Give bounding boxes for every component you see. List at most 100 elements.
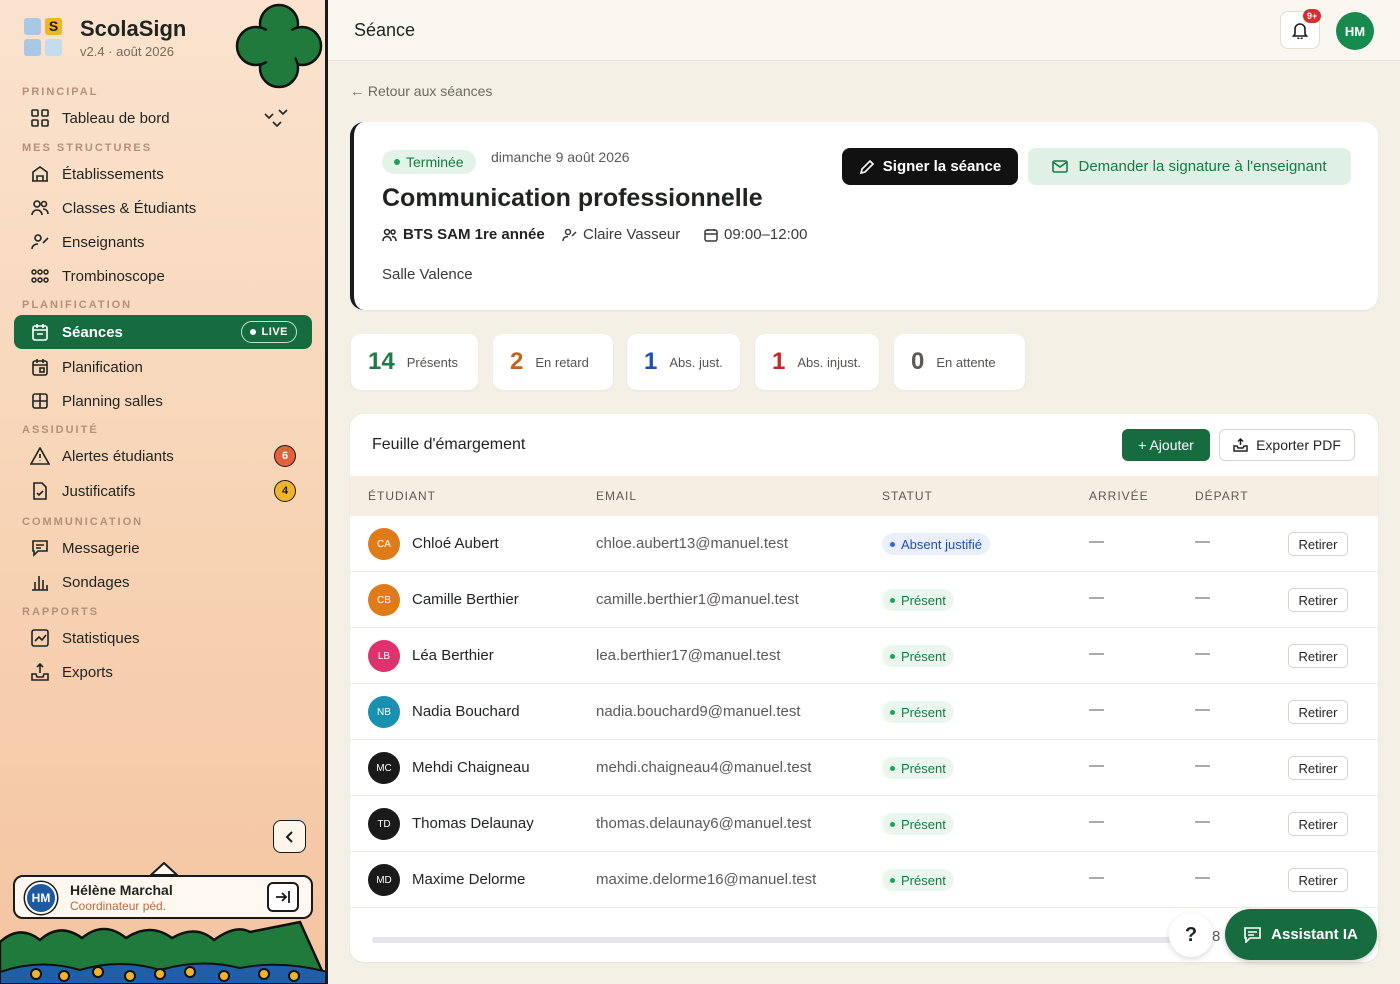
- departure-time: —: [1195, 869, 1210, 886]
- caret-up-icon: [150, 862, 178, 876]
- export-pdf-button[interactable]: Exporter PDF: [1219, 429, 1355, 461]
- column-header: STATUT: [882, 489, 933, 503]
- sidebar-item-alertes[interactable]: Alertes étudiants 6: [14, 440, 312, 472]
- avatar: CA: [368, 528, 400, 560]
- departure-time: —: [1195, 533, 1210, 550]
- app-name: ScolaSign: [80, 16, 187, 41]
- users-icon: [30, 198, 50, 218]
- hills-decoration-icon: [0, 920, 325, 984]
- status-badge: Présent: [882, 701, 954, 723]
- session-title: Communication professionnelle: [382, 184, 763, 212]
- student-name: Chloé Aubert: [412, 535, 499, 552]
- back-link[interactable]: ← Retour aux séances: [350, 83, 492, 99]
- horizontal-scrollbar[interactable]: [372, 937, 1172, 943]
- user-avatar-button[interactable]: HM: [1336, 12, 1374, 50]
- sidebar-item-dashboard[interactable]: Tableau de bord: [14, 102, 312, 134]
- student-name: Maxime Delorme: [412, 871, 526, 888]
- section-principal: PRINCIPAL: [22, 86, 99, 98]
- sidebar-item-exports[interactable]: Exports: [14, 656, 312, 688]
- table-row: NB Nadia Bouchard nadia.bouchard9@manuel.t…: [350, 684, 1378, 740]
- arrival-time: —: [1089, 701, 1104, 718]
- calendar-plan-icon: [30, 357, 50, 377]
- remove-button[interactable]: Retirer: [1288, 700, 1348, 724]
- student-name: Camille Berthier: [412, 591, 519, 608]
- sidebar-item-label: Alertes étudiants: [62, 447, 174, 465]
- departure-time: —: [1195, 645, 1210, 662]
- stat-value: 14: [368, 348, 395, 375]
- avatar: HM: [25, 882, 57, 914]
- stat-en-attente: 0 En attente: [894, 334, 1025, 390]
- session-class: BTS SAM 1re année: [382, 226, 545, 243]
- sidebar-item-trombinoscope[interactable]: Trombinoscope: [14, 260, 312, 292]
- help-count: 8: [1212, 928, 1221, 945]
- app-logo: S: [24, 18, 64, 58]
- alert-icon: [30, 446, 50, 466]
- stat-value: 0: [911, 348, 925, 375]
- sidebar-item-planning-salles[interactable]: Planning salles: [14, 385, 312, 417]
- sidebar-item-statistiques[interactable]: Statistiques: [14, 622, 312, 654]
- chevron-left-icon: [285, 830, 293, 843]
- section-communication: COMMUNICATION: [22, 516, 144, 528]
- table-row: CB Camille Berthier camille.berthier1@manu…: [350, 572, 1378, 628]
- stat-label: Abs. just.: [669, 354, 723, 370]
- section-planification: PLANIFICATION: [22, 299, 133, 311]
- session-teacher: Claire Vasseur: [562, 226, 680, 243]
- document-check-icon: [30, 481, 50, 501]
- sidebar-item-sondages[interactable]: Sondages: [14, 566, 312, 598]
- remove-button[interactable]: Retirer: [1288, 812, 1348, 836]
- avatar: NB: [368, 696, 400, 728]
- sidebar: S ScolaSign v2.4 · août 2026 PRINCIPAL T…: [0, 0, 328, 984]
- topbar: Séance 9+ HM: [328, 0, 1400, 61]
- status-badge: Présent: [882, 645, 954, 667]
- sidebar-item-label: Trombinoscope: [62, 267, 165, 285]
- add-student-button[interactable]: + Ajouter: [1122, 429, 1210, 461]
- teacher-icon: [562, 228, 577, 241]
- status-badge: Présent: [882, 589, 954, 611]
- request-signature-button[interactable]: Demander la signature à l'enseignant: [1028, 148, 1351, 185]
- dashboard-icon: [30, 108, 50, 128]
- sign-session-button[interactable]: Signer la séance: [842, 148, 1018, 185]
- remove-button[interactable]: Retirer: [1288, 868, 1348, 892]
- departure-time: —: [1195, 589, 1210, 606]
- student-name: Léa Berthier: [412, 647, 494, 664]
- sidebar-item-seances[interactable]: Séances LIVE: [14, 315, 312, 349]
- section-structures: MES STRUCTURES: [22, 142, 153, 154]
- bell-icon: [1292, 23, 1308, 39]
- stat-label: Abs. injust.: [797, 354, 861, 370]
- remove-button[interactable]: Retirer: [1288, 644, 1348, 668]
- student-email: thomas.delaunay6@manuel.test: [596, 815, 812, 832]
- collapse-sidebar-button[interactable]: [273, 820, 306, 853]
- chart-icon: [30, 628, 50, 648]
- avatar: CB: [368, 584, 400, 616]
- column-header: ÉTUDIANT: [368, 489, 436, 503]
- sidebar-item-classes[interactable]: Classes & Étudiants: [14, 192, 312, 224]
- sidebar-item-label: Tableau de bord: [62, 109, 170, 127]
- stat-value: 1: [772, 348, 786, 375]
- sidebar-item-messagerie[interactable]: Messagerie: [14, 532, 312, 564]
- pencil-icon: [859, 159, 874, 174]
- sidebar-item-planification[interactable]: Planification: [14, 351, 312, 383]
- assistant-ia-button[interactable]: Assistant IA: [1225, 909, 1377, 960]
- sidebar-item-etablissements[interactable]: Établissements: [14, 158, 312, 190]
- student-name: Mehdi Chaigneau: [412, 759, 530, 776]
- help-button[interactable]: ?: [1169, 913, 1213, 957]
- student-email: camille.berthier1@manuel.test: [596, 591, 799, 608]
- arrival-time: —: [1089, 645, 1104, 662]
- table-header: ÉTUDIANT EMAIL STATUT ARRIVÉE DÉPART: [350, 476, 1378, 516]
- remove-button[interactable]: Retirer: [1288, 756, 1348, 780]
- sidebar-item-label: Exports: [62, 663, 113, 681]
- users-icon: [382, 228, 397, 241]
- stat-en-retard: 2 En retard: [493, 334, 613, 390]
- app-version: v2.4 · août 2026: [80, 44, 174, 59]
- sidebar-item-label: Messagerie: [62, 539, 140, 557]
- logout-button[interactable]: [267, 882, 299, 912]
- sidebar-item-justificatifs[interactable]: Justificatifs 4: [14, 475, 312, 507]
- sidebar-item-label: Établissements: [62, 165, 164, 183]
- remove-button[interactable]: Retirer: [1288, 532, 1348, 556]
- table-row: LB Léa Berthier lea.berthier17@manuel.test…: [350, 628, 1378, 684]
- clover-decoration-icon: [235, 3, 323, 89]
- arrival-time: —: [1089, 813, 1104, 830]
- table-row: MC Mehdi Chaigneau mehdi.chaigneau4@manuel…: [350, 740, 1378, 796]
- sidebar-item-enseignants[interactable]: Enseignants: [14, 226, 312, 258]
- remove-button[interactable]: Retirer: [1288, 588, 1348, 612]
